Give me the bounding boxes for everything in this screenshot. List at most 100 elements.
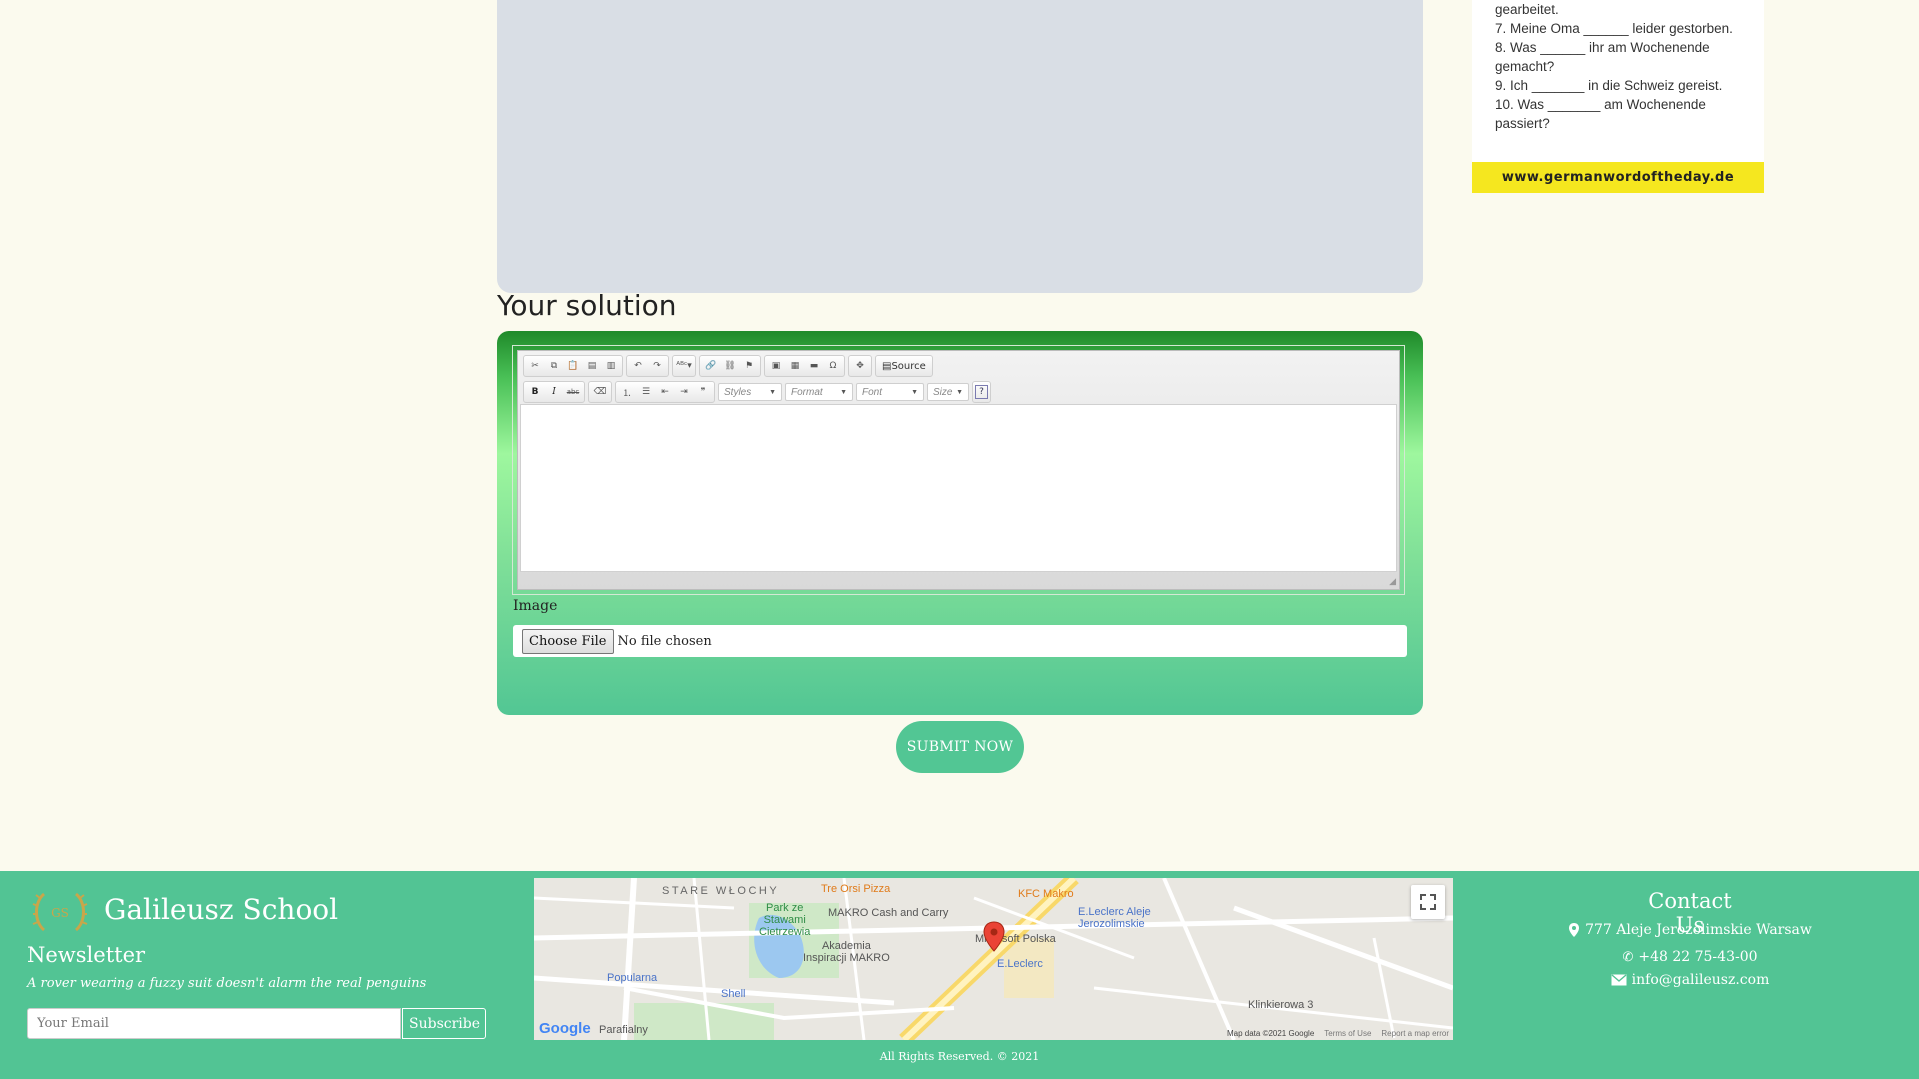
map-label-district: STARE WŁOCHY bbox=[662, 885, 780, 897]
newsletter-text: A rover wearing a fuzzy suit doesn't ala… bbox=[27, 976, 427, 991]
editor-toolbar-row-2: B I abc ⌫ ⒈ ☰ ⇤ ⇥ ❞ Styles ▼ Format ▼ Font… bbox=[523, 381, 991, 403]
map-label-restaurant: Tre Orsi Pizza bbox=[821, 883, 891, 895]
phone-icon: ✆ bbox=[1622, 949, 1634, 965]
remove-format-group: ⌫ bbox=[588, 381, 612, 403]
source-button[interactable]: ▤ Source bbox=[878, 358, 930, 374]
strike-button[interactable]: abc bbox=[564, 384, 582, 400]
file-input[interactable]: Choose File No file chosen bbox=[513, 625, 1407, 657]
worksheet-line: passiert? bbox=[1495, 116, 1550, 131]
contact-address: 777 Aleje Jerozolimskie Warsaw bbox=[1560, 922, 1820, 938]
submit-button[interactable]: SUBMIT NOW bbox=[896, 721, 1024, 773]
table-icon[interactable]: ▦ bbox=[786, 358, 804, 374]
help-button[interactable]: ? bbox=[975, 385, 988, 399]
eraser-icon[interactable]: ⌫ bbox=[591, 384, 609, 400]
brand-name[interactable]: Galileusz School bbox=[104, 893, 338, 926]
styles-placeholder: Styles bbox=[724, 386, 752, 398]
contact-email-text[interactable]: info@galileusz.com bbox=[1632, 972, 1770, 988]
worksheet-image: gearbeitet. 7. Meine Oma ______ leider g… bbox=[1472, 0, 1764, 193]
blockquote-button[interactable]: ❞ bbox=[694, 384, 712, 400]
horizontal-rule-icon[interactable]: ▬ bbox=[805, 358, 823, 374]
numbered-list-icon[interactable]: ⒈ bbox=[618, 384, 636, 400]
chevron-down-icon: ▼ bbox=[769, 388, 776, 396]
map-terms-link[interactable]: Terms of Use bbox=[1324, 1029, 1371, 1038]
spellcheck-group: ᴬᴮᶜ▾ bbox=[672, 355, 696, 377]
cut-icon[interactable]: ✂ bbox=[526, 358, 544, 374]
map-label-leclerc-aleje: E.Leclerc Aleje Jerozolimskie bbox=[1078, 906, 1151, 930]
maximize-group: ✥ bbox=[848, 355, 872, 377]
worksheet-line: gemacht? bbox=[1495, 59, 1555, 74]
map-fullscreen-button[interactable] bbox=[1411, 885, 1445, 919]
google-logo-text: Google bbox=[539, 1020, 591, 1037]
worksheet-text: gearbeitet. 7. Meine Oma ______ leider g… bbox=[1495, 0, 1757, 133]
italic-button[interactable]: I bbox=[545, 384, 563, 400]
image-icon[interactable]: ▣ bbox=[767, 358, 785, 374]
google-logo[interactable]: Google bbox=[539, 1020, 591, 1037]
anchor-icon[interactable]: ⚑ bbox=[740, 358, 758, 374]
map-label-akademia: Akademia Inspiracji MAKRO bbox=[803, 940, 890, 964]
undo-group: ↶ ↷ bbox=[626, 355, 669, 377]
paste-icon[interactable]: 📋 bbox=[564, 358, 582, 374]
format-placeholder: Format bbox=[791, 386, 823, 398]
font-dropdown[interactable]: Font ▼ bbox=[856, 383, 924, 401]
worksheet-footer-url: www.germanwordoftheday.de bbox=[1472, 162, 1764, 193]
newsletter-email-input[interactable] bbox=[27, 1008, 401, 1039]
subscribe-button[interactable]: Subscribe bbox=[402, 1008, 486, 1039]
chevron-down-icon: ▼ bbox=[956, 388, 963, 396]
basic-style-group: B I abc bbox=[523, 381, 585, 403]
worksheet-line: gearbeitet. bbox=[1495, 2, 1559, 17]
maximize-icon[interactable]: ✥ bbox=[851, 358, 869, 374]
map-label-popularna: Popularna bbox=[607, 972, 658, 984]
contact-phone-text[interactable]: +48 22 75-43-00 bbox=[1638, 949, 1757, 965]
worksheet-line: 10. Was _______ am Wochenende bbox=[1495, 97, 1706, 112]
worksheet-line: 8. Was ______ ihr am Wochenende bbox=[1495, 40, 1710, 55]
image-label: Image bbox=[513, 598, 558, 614]
school-logo[interactable]: GS bbox=[30, 888, 90, 936]
resize-handle-icon[interactable]: ◢ bbox=[1389, 577, 1396, 587]
redo-icon[interactable]: ↷ bbox=[648, 358, 666, 374]
chevron-down-icon: ▼ bbox=[911, 388, 918, 396]
bulleted-list-icon[interactable]: ☰ bbox=[637, 384, 655, 400]
contact-email: info@galileusz.com bbox=[1560, 972, 1820, 988]
chevron-down-icon: ▼ bbox=[840, 388, 847, 396]
special-char-icon[interactable]: Ω bbox=[824, 358, 842, 374]
map-report-link[interactable]: Report a map error bbox=[1381, 1029, 1449, 1038]
mail-icon bbox=[1611, 974, 1627, 986]
undo-icon[interactable]: ↶ bbox=[629, 358, 647, 374]
outdent-icon[interactable]: ⇤ bbox=[656, 384, 674, 400]
embedded-map[interactable]: STARE WŁOCHY Tre Orsi Pizza KFC Makro Pa… bbox=[534, 878, 1453, 1040]
copyright: All Rights Reserved. © 2021 bbox=[879, 1050, 1040, 1063]
map-attribution: Map data ©2021 Google Terms of Use Repor… bbox=[1227, 1029, 1449, 1038]
list-group: ⒈ ☰ ⇤ ⇥ ❞ bbox=[615, 381, 715, 403]
paste-text-icon[interactable]: ▤ bbox=[583, 358, 601, 374]
worksheet-line: 9. Ich _______ in die Schweiz gereist. bbox=[1495, 78, 1723, 93]
solution-title: Your solution bbox=[497, 289, 677, 322]
map-label-leclerc: E.Leclerc bbox=[997, 958, 1043, 970]
editor-content-area[interactable] bbox=[520, 404, 1397, 572]
format-dropdown[interactable]: Format ▼ bbox=[785, 383, 853, 401]
location-pin-icon bbox=[1569, 923, 1580, 937]
bold-button[interactable]: B bbox=[526, 384, 544, 400]
choose-file-button[interactable]: Choose File bbox=[522, 628, 614, 654]
insert-group: ▣ ▦ ▬ Ω bbox=[764, 355, 845, 377]
editor-toolbar-row-1: ✂ ⧉ 📋 ▤ ▥ ↶ ↷ ᴬᴮᶜ▾ 🔗 ⛓ ⚑ ▣ ▦ ▬ Ω ✥ ▤ Sou… bbox=[523, 355, 933, 377]
map-pin-icon[interactable] bbox=[983, 921, 1005, 953]
link-icon[interactable]: 🔗 bbox=[702, 358, 720, 374]
map-label-makro: MAKRO Cash and Carry bbox=[828, 907, 949, 919]
map-label-klinkierowa: Klinkierowa 3 bbox=[1248, 999, 1314, 1011]
logo-text: GS bbox=[51, 906, 69, 920]
spellcheck-icon[interactable]: ᴬᴮᶜ▾ bbox=[675, 358, 693, 374]
source-group: ▤ Source bbox=[875, 355, 933, 377]
paste-word-icon[interactable]: ▥ bbox=[602, 358, 620, 374]
file-status: No file chosen bbox=[617, 633, 712, 649]
size-dropdown[interactable]: Size ▼ bbox=[927, 383, 969, 401]
contact-address-text: 777 Aleje Jerozolimskie Warsaw bbox=[1585, 922, 1812, 938]
copy-icon[interactable]: ⧉ bbox=[545, 358, 563, 374]
rich-text-editor: ✂ ⧉ 📋 ▤ ▥ ↶ ↷ ᴬᴮᶜ▾ 🔗 ⛓ ⚑ ▣ ▦ ▬ Ω ✥ ▤ Sou… bbox=[517, 350, 1400, 590]
task-image-panel: gearbeitet. 7. Meine Oma ______ leider g… bbox=[497, 0, 1764, 293]
indent-icon[interactable]: ⇥ bbox=[675, 384, 693, 400]
styles-dropdown[interactable]: Styles ▼ bbox=[718, 383, 782, 401]
source-label: Source bbox=[891, 360, 926, 372]
map-label-kfc: KFC Makro bbox=[1018, 888, 1074, 900]
clipboard-group: ✂ ⧉ 📋 ▤ ▥ bbox=[523, 355, 623, 377]
unlink-icon[interactable]: ⛓ bbox=[721, 358, 739, 374]
